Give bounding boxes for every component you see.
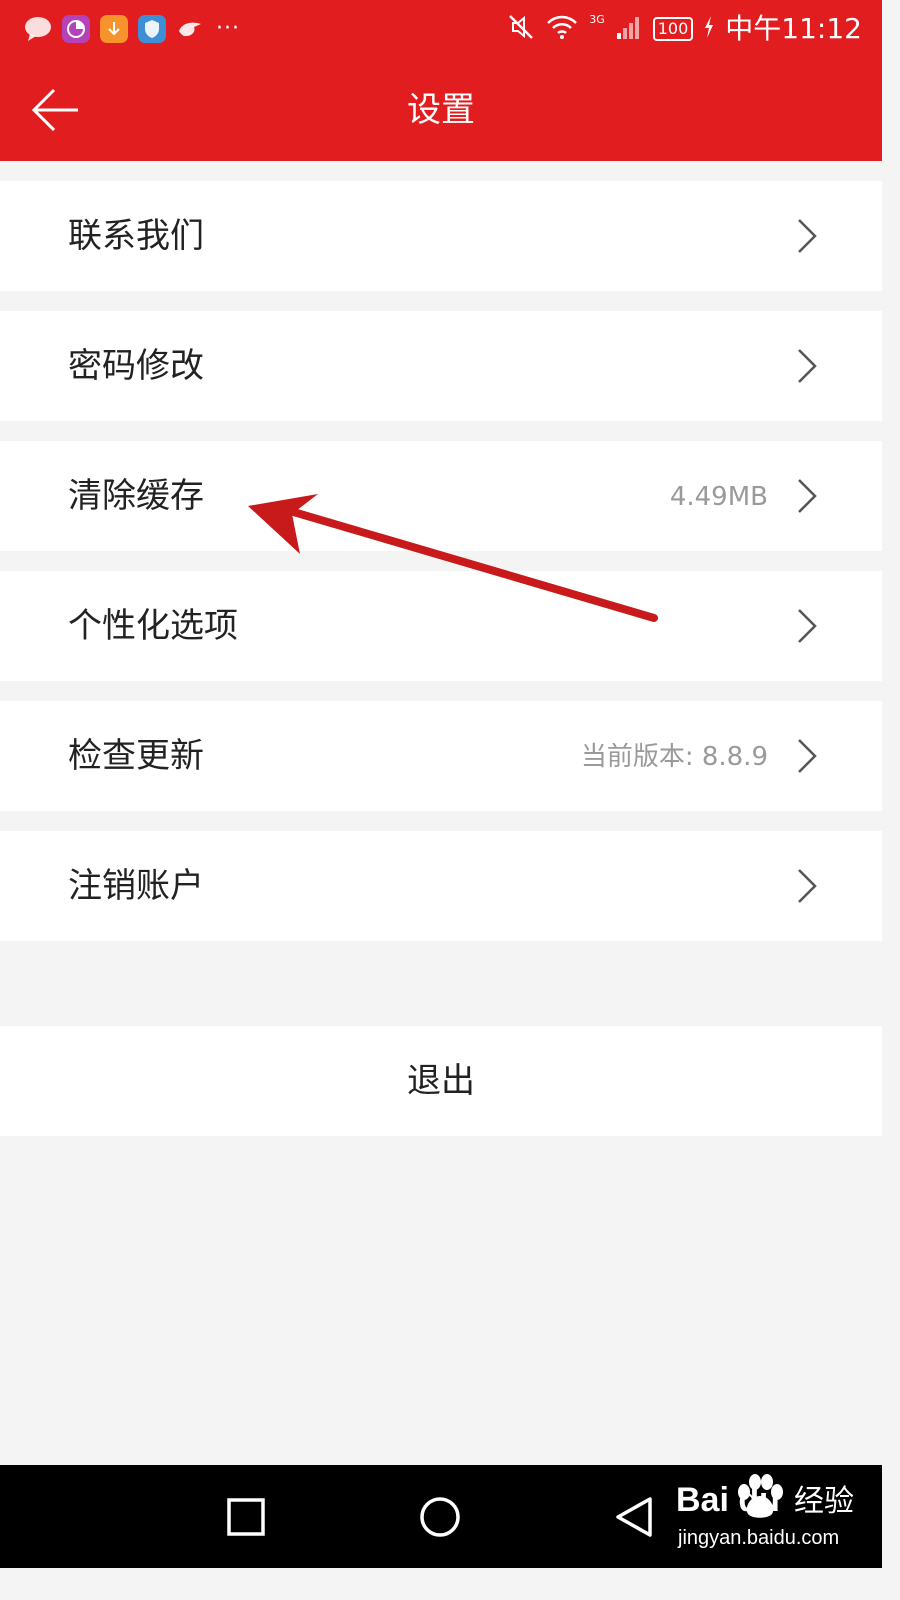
page-title: 设置	[407, 90, 475, 130]
download-icon	[100, 15, 128, 43]
bird-icon	[176, 15, 204, 43]
setting-change-password[interactable]: 密码修改	[0, 311, 882, 421]
chevron-right-icon	[798, 219, 817, 253]
logout-label: 退出	[407, 1061, 475, 1101]
watermark-cn: 经验	[794, 1484, 854, 1519]
setting-contact-us[interactable]: 联系我们	[0, 181, 882, 291]
more-notifications-indicator: ···	[216, 16, 240, 41]
watermark-url: jingyan.baidu.com	[678, 1527, 840, 1549]
setting-label: 密码修改	[68, 346, 204, 386]
battery-level: 100	[652, 17, 694, 41]
network-type: 3G	[589, 12, 605, 26]
paw-icon	[738, 1474, 783, 1518]
recent-apps-icon[interactable]	[224, 1495, 268, 1539]
current-version: 当前版本: 8.8.9	[580, 742, 768, 772]
shield-icon	[138, 15, 166, 43]
clock: 中午11:12	[725, 12, 862, 45]
logout-button[interactable]: 退出	[0, 1026, 882, 1136]
setting-label: 联系我们	[68, 216, 204, 256]
app-bar: 设置	[0, 58, 882, 161]
home-icon[interactable]	[418, 1495, 462, 1539]
chevron-right-icon	[798, 479, 817, 513]
chevron-right-icon	[798, 869, 817, 903]
setting-personalization[interactable]: 个性化选项	[0, 571, 882, 681]
baidu-watermark: Bai du 经验 jingyan.baidu.com	[676, 1470, 876, 1560]
setting-delete-account[interactable]: 注销账户	[0, 831, 882, 941]
back-icon[interactable]	[612, 1495, 656, 1539]
message-icon	[24, 15, 52, 43]
status-bar: ··· 3G 100 中午11:12	[0, 0, 882, 58]
wifi-icon	[545, 13, 579, 45]
charging-icon	[703, 15, 715, 43]
chevron-right-icon	[798, 609, 817, 643]
mute-icon	[507, 13, 535, 45]
setting-label: 个性化选项	[68, 606, 238, 646]
notification-icons: ···	[24, 15, 240, 43]
setting-label: 注销账户	[68, 866, 204, 906]
settings-list: 联系我们 密码修改 清除缓存 4.49MB 个性化选项 检查更新 当前版本: 8…	[0, 181, 882, 961]
setting-check-update[interactable]: 检查更新 当前版本: 8.8.9	[0, 701, 882, 811]
system-status: 3G 100 中午11:12	[507, 12, 862, 46]
setting-clear-cache[interactable]: 清除缓存 4.49MB	[0, 441, 882, 551]
setting-label: 检查更新	[68, 736, 204, 776]
chevron-right-icon	[798, 349, 817, 383]
setting-label: 清除缓存	[68, 476, 204, 516]
pie-chart-icon	[62, 15, 90, 43]
signal-icon	[615, 13, 643, 45]
chevron-right-icon	[798, 739, 817, 773]
cache-size: 4.49MB	[669, 482, 768, 512]
